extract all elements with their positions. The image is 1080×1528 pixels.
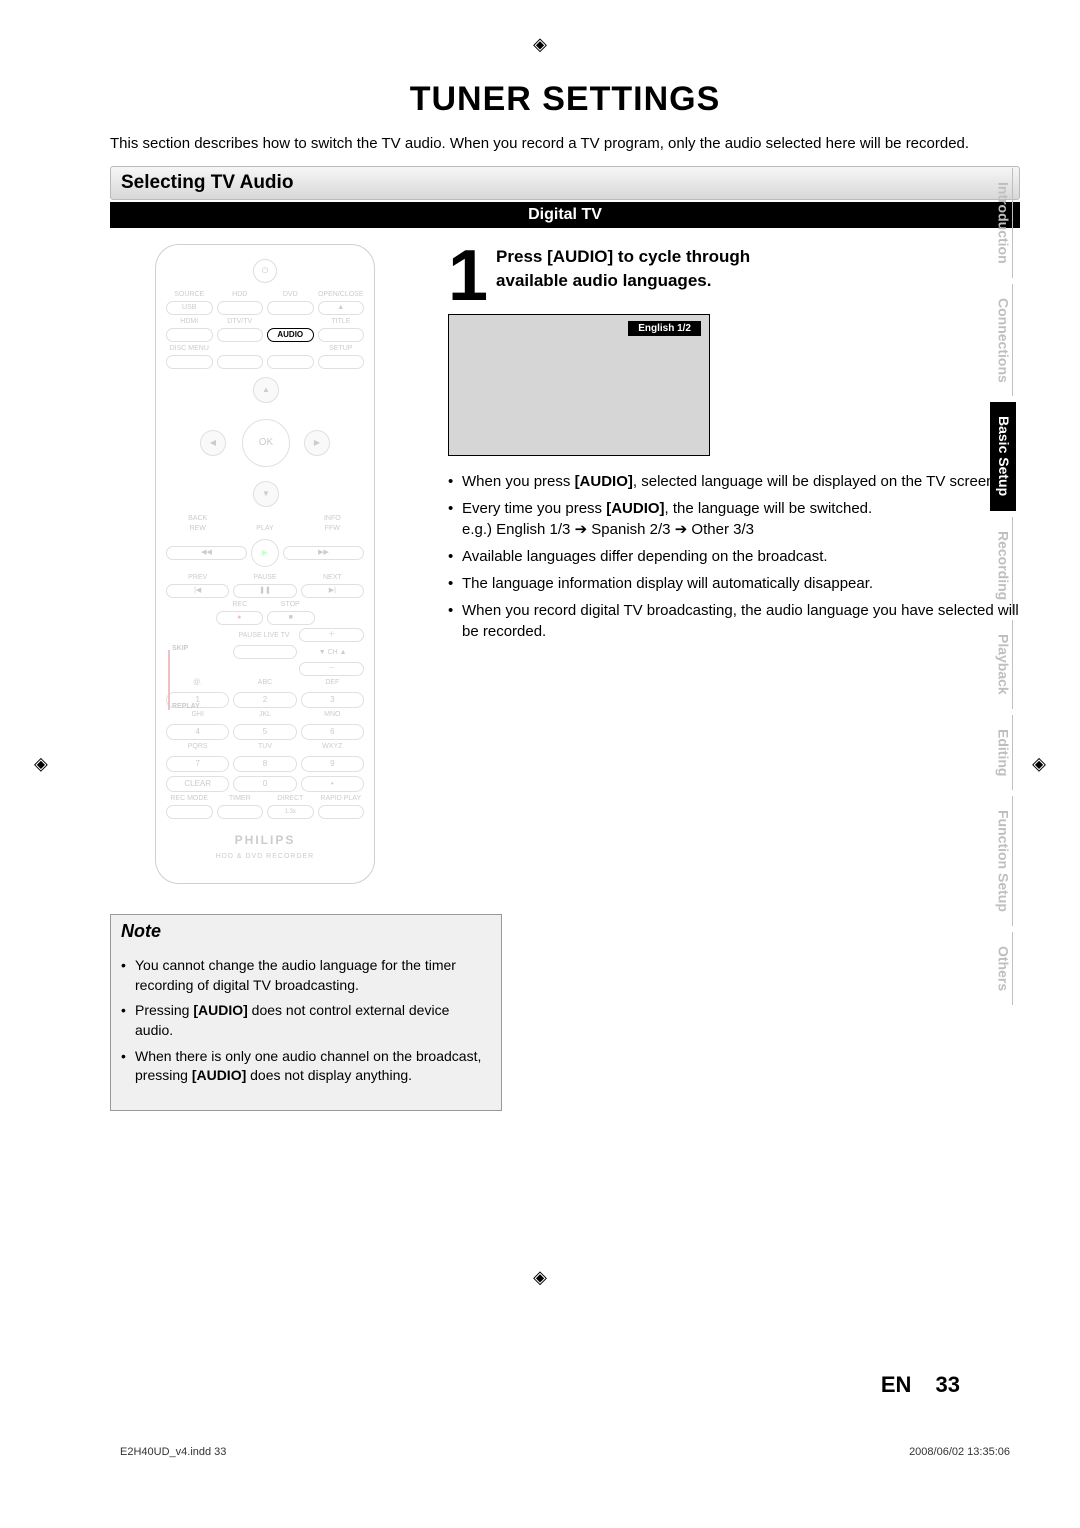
audio-button-highlight: AUDIO [267,328,314,342]
instruction-bullets: When you press [AUDIO], selected languag… [448,471,1020,642]
bullet-item: When you record digital TV broadcasting,… [448,600,1020,642]
play-icon: ▶ [251,539,279,567]
footer-file: E2H40UD_v4.indd 33 [120,1446,226,1458]
step-text-line2: available audio languages. [496,270,750,291]
footer-lang: EN [881,1372,912,1397]
side-tab-others: Others [994,932,1013,1005]
brand-subtitle: HDD & DVD RECORDER [166,853,364,860]
side-tab-connections: Connections [994,284,1013,397]
side-tabs: Introduction Connections Basic Setup Record… [986,168,1020,1011]
remote-illustration: ⏻ SOURCEHDDDVDOPEN/CLOSE USB▲ HDMIDTV/TV… [155,244,375,884]
footer-timestamp: 2008/06/02 13:35:06 [909,1446,1010,1458]
bullet-item: When there is only one audio channel on … [121,1047,491,1086]
crop-mark-icon: ◈ [533,34,547,55]
side-tab-recording: Recording [994,517,1013,614]
power-icon: ⏻ [253,259,277,283]
instructions-column: 1 Press [AUDIO] to cycle through availab… [448,244,1020,657]
crop-mark-icon: ◈ [1032,754,1046,775]
note-title: Note [121,921,491,942]
side-tab-function-setup: Function Setup [994,796,1013,926]
remote-column: ⏻ SOURCEHDDDVDOPEN/CLOSE USB▲ HDMIDTV/TV… [110,244,420,884]
step-text-line1: Press [AUDIO] to cycle through [496,246,750,267]
bullet-item: Every time you press [AUDIO], the langua… [448,498,1020,540]
side-tab-editing: Editing [994,715,1013,790]
osd-preview: English 1/2 [448,314,710,456]
footer-pagenum: 33 [936,1372,960,1397]
page-title: TUNER SETTINGS [110,80,1020,119]
crop-mark-icon: ◈ [34,754,48,775]
section-header: Selecting TV Audio [110,166,1020,200]
bullet-item: When you press [AUDIO], selected languag… [448,471,1020,492]
side-tab-introduction: Introduction [994,168,1013,278]
side-tab-basic-setup: Basic Setup [990,402,1016,510]
bullet-item: The language information display will au… [448,573,1020,594]
brand-logo: PHILIPS [166,833,364,847]
bullet-item: You cannot change the audio language for… [121,956,491,995]
step-number: 1 [448,248,488,306]
dpad: ▲ ▼ ◀ ▶ OK [200,377,330,507]
subsection-header: Digital TV [110,202,1020,228]
side-tab-playback: Playback [994,620,1013,709]
crop-mark-icon: ◈ [533,1267,547,1288]
note-box: Note You cannot change the audio languag… [110,914,502,1111]
osd-label: English 1/2 [628,321,701,336]
bullet-item: Pressing [AUDIO] does not control extern… [121,1001,491,1040]
bullet-item: Available languages differ depending on … [448,546,1020,567]
note-bullets: You cannot change the audio language for… [121,956,491,1086]
footer-page: EN 33 [881,1372,960,1398]
intro-text: This section describes how to switch the… [110,134,1020,154]
